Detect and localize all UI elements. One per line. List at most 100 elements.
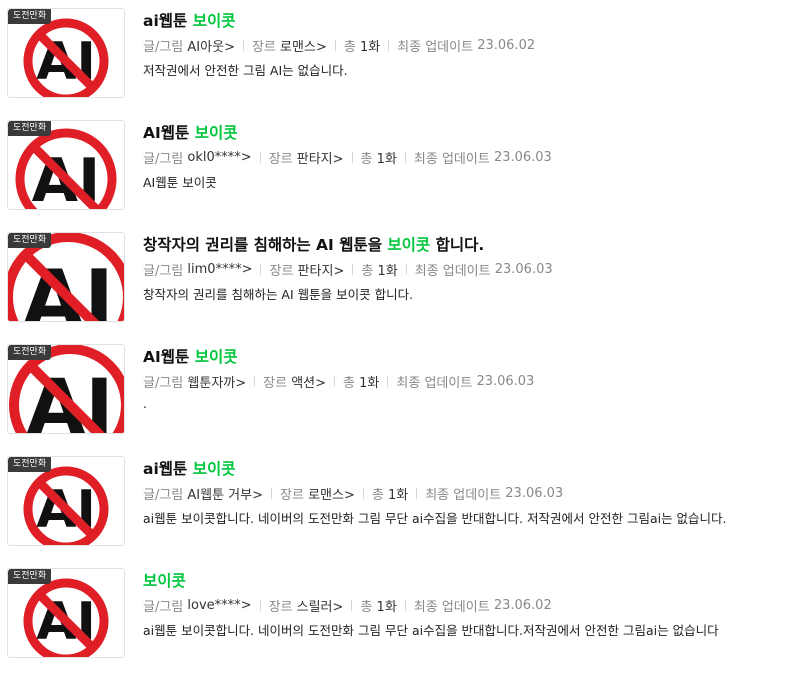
genre-label: 장르: [269, 264, 294, 279]
updated-date: 23.06.02: [477, 38, 536, 53]
genre-link[interactable]: 판타지>: [298, 260, 345, 279]
episode-count: 1화: [359, 40, 381, 55]
webtoon-description: ai웹툰 보이콧합니다. 네이버의 도전만화 그림 무단 ai수집을 반대합니다…: [143, 623, 719, 638]
author-name: lim0****: [187, 262, 242, 277]
meta-divider: [259, 600, 261, 611]
episode-total-label: 총: [360, 152, 373, 167]
webtoon-description: 저작권에서 안전한 그림 AI는 없습니다.: [143, 63, 348, 78]
webtoon-title[interactable]: 창작자의 권리를 침해하는 AI 웹툰을 보이콧 합니다.: [143, 233, 484, 255]
author-link[interactable]: 웹툰자까>: [187, 372, 246, 391]
webtoon-meta: 글/그림 lim0****> 장르 판타지> 총 1화 최종 업데이트 23.06.0…: [143, 260, 553, 279]
title-keyword-highlight: 보이콧: [387, 236, 431, 254]
episode-count: 1화: [376, 600, 397, 615]
webtoon-thumbnail[interactable]: 도전만화AI: [7, 456, 125, 546]
meta-divider: [387, 376, 389, 387]
title-text: AI웹툰: [143, 348, 195, 366]
author-link[interactable]: okl0****>: [187, 150, 251, 165]
title-text: ai웹툰: [143, 12, 193, 30]
episode-count: 1화: [359, 376, 380, 391]
author-label: 글/그림: [143, 600, 184, 615]
updated-date: 23.06.02: [493, 598, 552, 613]
episode-total-label: 총: [371, 488, 384, 503]
title-keyword-highlight: 보이콧: [143, 572, 186, 590]
webtoon-title[interactable]: ai웹툰 보이콧: [143, 9, 235, 31]
genre-link[interactable]: 판타지>: [297, 148, 344, 167]
author-label: 글/그림: [143, 264, 184, 279]
author-name: okl0****: [187, 150, 241, 165]
updated-label: 최종 업데이트: [396, 376, 473, 391]
webtoon-thumbnail[interactable]: 도전만화AI: [7, 344, 125, 434]
webtoon-thumbnail[interactable]: 도전만화AI: [7, 8, 125, 98]
author-label: 글/그림: [143, 488, 184, 503]
genre-link[interactable]: 로맨스>: [308, 484, 355, 503]
genre-link[interactable]: 로맨스>: [280, 36, 327, 55]
meta-divider: [404, 600, 406, 611]
episode-total-label: 총: [343, 376, 356, 391]
title-keyword-highlight: 보이콧: [194, 348, 238, 366]
meta-divider: [388, 40, 390, 51]
webtoon-thumbnail[interactable]: 도전만화AI: [7, 232, 125, 322]
genre-name: 스릴러: [296, 600, 333, 615]
title-text-suffix: 합니다.: [430, 236, 485, 254]
chevron-right-icon: >: [315, 376, 327, 391]
updated-label: 최종 업데이트: [414, 264, 491, 279]
author-label: 글/그림: [143, 376, 184, 391]
webtoon-description: 창작자의 권리를 침해하는 AI 웹툰을 보이콧 합니다.: [143, 287, 414, 302]
webtoon-description: ai웹툰 보이콧합니다. 네이버의 도전만화 그림 무단 ai수집을 반대합니다…: [143, 511, 727, 526]
episode-total-label: 총: [360, 600, 373, 615]
chevron-right-icon: >: [315, 40, 327, 55]
webtoon-title[interactable]: 보이콧: [143, 569, 186, 591]
webtoon-thumbnail[interactable]: 도전만화AI: [7, 120, 125, 210]
title-text: AI웹툰: [143, 124, 195, 142]
chevron-right-icon: >: [224, 40, 235, 55]
genre-link[interactable]: 액션>: [291, 372, 326, 391]
author-link[interactable]: love****>: [187, 598, 251, 613]
episode-count: 1화: [387, 488, 409, 503]
episode-total-label: 총: [343, 40, 356, 55]
genre-name: 판타지: [296, 152, 333, 167]
webtoon-list-item: 도전만화AIai웹툰 보이콧글/그림 AI아웃>장르 로맨스>총 1화최종 업데…: [0, 3, 790, 113]
webtoon-meta: 글/그림 okl0****> 장르 판타지> 총 1화 최종 업데이트 23.06.0…: [143, 148, 552, 167]
meta-divider: [271, 488, 273, 499]
title-text: 창작자의 권리를 침해하는 AI 웹툰을: [143, 236, 388, 254]
author-link[interactable]: lim0****>: [187, 262, 252, 277]
updated-date: 23.06.03: [494, 262, 553, 277]
author-label: 글/그림: [143, 40, 184, 55]
updated-label: 최종 업데이트: [397, 40, 474, 55]
chevron-right-icon: >: [252, 488, 264, 503]
webtoon-title[interactable]: ai웹툰 보이콧: [143, 457, 235, 479]
genre-link[interactable]: 스릴러>: [297, 596, 344, 615]
meta-divider: [254, 376, 256, 387]
genre-name: 액션: [291, 376, 316, 391]
challenge-badge: 도전만화: [8, 345, 52, 360]
meta-divider: [351, 600, 353, 611]
title-keyword-highlight: 보이콧: [192, 460, 236, 478]
updated-date: 23.06.03: [505, 486, 564, 501]
chevron-right-icon: >: [332, 600, 344, 615]
meta-divider: [260, 264, 262, 275]
genre-label: 장르: [268, 600, 293, 615]
webtoon-title[interactable]: AI웹툰 보이콧: [143, 345, 237, 367]
meta-divider: [351, 152, 353, 163]
author-link[interactable]: AI웹툰 거부>: [187, 484, 263, 503]
episode-count: 1화: [377, 264, 398, 279]
webtoon-description: .: [143, 396, 147, 411]
episode-count: 1화: [376, 152, 397, 167]
challenge-badge: 도전만화: [8, 233, 52, 248]
webtoon-title[interactable]: AI웹툰 보이콧: [143, 121, 237, 143]
webtoon-description: AI웹툰 보이콧: [143, 175, 217, 190]
genre-label: 장르: [263, 376, 288, 391]
chevron-right-icon: >: [332, 152, 344, 167]
genre-label: 장르: [280, 488, 304, 503]
updated-label: 최종 업데이트: [413, 600, 490, 615]
chevron-right-icon: >: [241, 262, 253, 277]
meta-divider: [242, 40, 244, 51]
updated-date: 23.06.03: [476, 374, 535, 389]
author-name: AI아웃: [187, 40, 225, 55]
webtoon-thumbnail[interactable]: 도전만화AI: [7, 568, 125, 658]
author-name: AI웹툰 거부: [187, 488, 253, 503]
genre-name: 로맨스: [308, 488, 344, 503]
meta-divider: [416, 488, 418, 499]
author-link[interactable]: AI아웃>: [187, 36, 235, 55]
meta-divider: [405, 264, 407, 275]
